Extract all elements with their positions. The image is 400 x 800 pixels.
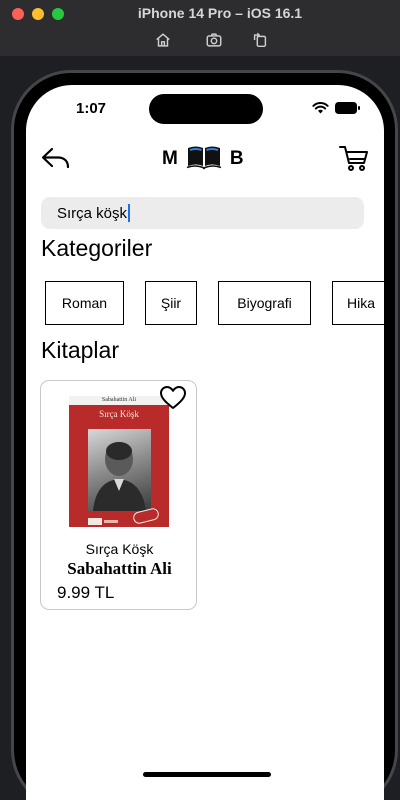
status-time: 1:07 [76, 100, 107, 117]
app-logo: M B [162, 142, 244, 175]
book-price: 9.99 TL [57, 583, 115, 602]
category-label: Şiir [160, 295, 182, 311]
text-caret [128, 204, 131, 222]
cover-author: Sabahattin Ali [101, 397, 137, 403]
categories-heading: Kategoriler [41, 235, 153, 261]
book-cover-image: Sabahattin Ali Sırça Köşk [69, 396, 169, 527]
rotate-icon[interactable] [250, 30, 270, 50]
books-heading: Kitaplar [41, 337, 119, 363]
category-chip-biyografi[interactable]: Biyografi [218, 281, 311, 325]
heart-outline-icon[interactable] [158, 384, 188, 412]
battery-icon [335, 101, 360, 119]
minimize-window-button[interactable] [32, 8, 44, 20]
book-title: Sırça Köşk [85, 541, 154, 557]
cover-title: Sırça Köşk [99, 409, 139, 419]
category-label: Roman [61, 295, 108, 311]
logo-letter-left: M [162, 147, 178, 169]
app-header: M B [26, 140, 384, 180]
home-indicator[interactable] [143, 772, 271, 777]
dynamic-island [149, 94, 263, 124]
simulator-title-bar: iPhone 14 Pro – iOS 16.1 [0, 0, 400, 56]
back-arrow-icon[interactable] [40, 142, 72, 174]
screenshot-icon[interactable] [204, 30, 224, 50]
wifi-icon [312, 101, 329, 119]
app-screen: 1:07 M B Sırça köşk Kategoriler Roman Şi… [26, 85, 384, 800]
search-input[interactable]: Sırça köşk [41, 197, 364, 229]
category-chip-roman[interactable]: Roman [45, 281, 124, 325]
book-author: Sabahattin Ali [67, 559, 172, 578]
category-label: Hika [347, 295, 376, 311]
close-window-button[interactable] [12, 8, 24, 20]
zoom-window-button[interactable] [52, 8, 64, 20]
publisher-logo [88, 513, 118, 525]
book-card[interactable]: Sabahattin Ali Sırça Köşk Sırça Köşk Sab… [40, 380, 197, 610]
simulator-title: iPhone 14 Pro – iOS 16.1 [137, 5, 303, 21]
status-icons [312, 101, 360, 119]
cover-photo [88, 429, 151, 511]
logo-letter-right: B [229, 147, 244, 169]
category-label: Biyografi [237, 295, 292, 311]
home-icon[interactable] [153, 30, 173, 50]
category-chip-hikaye[interactable]: Hika [332, 281, 384, 325]
search-value: Sırça köşk [57, 204, 128, 222]
category-chip-siir[interactable]: Şiir [145, 281, 197, 325]
cart-icon[interactable] [338, 142, 370, 174]
categories-list[interactable]: Roman Şiir Biyografi Hika [45, 281, 384, 327]
book-icon [186, 142, 222, 175]
